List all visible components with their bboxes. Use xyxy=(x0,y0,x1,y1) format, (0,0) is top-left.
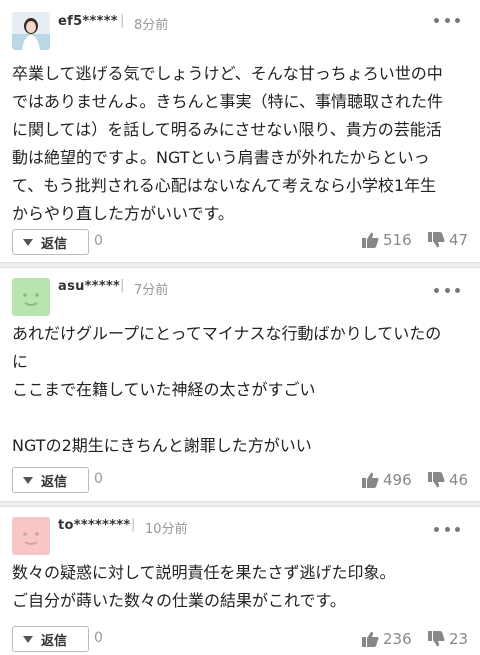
username[interactable]: asu***** xyxy=(58,279,120,294)
dislike-count: 23 xyxy=(449,630,469,648)
comment-body: あれだけグループにとってマイナスな行動ばかりしていたの に ここまで在籍していた… xyxy=(12,320,472,460)
green-smiley-avatar-icon xyxy=(12,278,50,316)
comment-line: て、もう批判される心配はないなんて考えなら小学校1年生 xyxy=(12,176,437,195)
post-time: 8分前 xyxy=(134,18,169,33)
thumbs-down-icon xyxy=(428,472,445,488)
meta-separator: | xyxy=(131,517,136,532)
comment-card: ef5***** | 8分前 卒業して逃げる気でしょうけど、そんな甘っちょろい世… xyxy=(0,0,480,262)
caret-down-icon xyxy=(23,476,33,484)
like-count: 496 xyxy=(383,471,412,489)
reply-count: 0 xyxy=(94,630,103,646)
like-count: 516 xyxy=(383,231,412,249)
comment-line xyxy=(12,404,472,432)
like-count: 236 xyxy=(383,630,412,648)
more-options-icon[interactable] xyxy=(434,524,460,534)
reply-button[interactable]: 返信 xyxy=(12,229,89,255)
comment-line: に xyxy=(12,352,29,371)
comment-body: 卒業して逃げる気でしょうけど、そんな甘っちょろい世の中 ではありませんよ。きちん… xyxy=(12,60,472,228)
caret-down-icon xyxy=(23,238,33,246)
thumbs-up-icon xyxy=(362,232,379,248)
comment-card: asu***** | 7分前 あれだけグループにとってマイナスな行動ばかりしてい… xyxy=(0,268,480,502)
thumbs-up-icon xyxy=(362,472,379,488)
post-time: 7分前 xyxy=(134,283,169,298)
like-button[interactable]: 516 xyxy=(362,231,412,249)
reply-label: 返信 xyxy=(41,236,68,252)
comment-line: NGTの2期生にきちんと謝罪した方がいい xyxy=(12,436,312,455)
comment-line: ではありませんよ。きちんと事実（特に、事情聴取された件 xyxy=(12,92,444,111)
dislike-button[interactable]: 47 xyxy=(428,231,468,249)
thumbs-down-icon xyxy=(428,631,445,647)
thumbs-up-icon xyxy=(362,631,379,647)
comment-card: to******** | 10分前 数々の疑惑に対して説明責任を果たさず逃げた印… xyxy=(0,507,480,655)
reply-button[interactable]: 返信 xyxy=(12,626,89,652)
comment-body: 数々の疑惑に対して説明責任を果たさず逃げた印象。 ご自分が蒔いた数々の仕業の結果… xyxy=(12,559,472,615)
user-avatar[interactable] xyxy=(12,278,50,316)
post-time: 10分前 xyxy=(145,522,188,537)
user-avatar[interactable] xyxy=(12,12,50,50)
like-button[interactable]: 496 xyxy=(362,471,412,489)
reply-count: 0 xyxy=(94,233,103,249)
reply-label: 返信 xyxy=(41,474,68,490)
comment-line: ここまで在籍していた神経の太さがすごい xyxy=(12,380,316,399)
username[interactable]: to******** xyxy=(58,518,131,533)
meta-separator: | xyxy=(120,13,125,28)
comment-line: 動は絶望的ですよ。NGTという肩書きが外れたからといっ xyxy=(12,148,430,167)
username[interactable]: ef5***** xyxy=(58,14,118,29)
reply-label: 返信 xyxy=(41,633,68,649)
thumbs-down-icon xyxy=(428,232,445,248)
comment-line: に関しては）を話して明るみにさせない限り、貴方の芸能活 xyxy=(12,120,442,139)
like-button[interactable]: 236 xyxy=(362,630,412,648)
reply-count: 0 xyxy=(94,471,103,487)
pink-smiley-avatar-icon xyxy=(12,517,50,555)
reply-button[interactable]: 返信 xyxy=(12,467,89,493)
dislike-button[interactable]: 46 xyxy=(428,471,468,489)
meta-separator: | xyxy=(120,278,125,293)
dislike-count: 46 xyxy=(449,471,469,489)
user-avatar[interactable] xyxy=(12,517,50,555)
comment-line: からやり直した方がいいです。 xyxy=(12,204,234,223)
comment-line: あれだけグループにとってマイナスな行動ばかりしていたの xyxy=(12,324,442,343)
dislike-count: 47 xyxy=(449,231,469,249)
comment-line: 卒業して逃げる気でしょうけど、そんな甘っちょろい世の中 xyxy=(12,64,443,83)
more-options-icon[interactable] xyxy=(434,15,460,25)
comment-line: ご自分が蒔いた数々の仕業の結果がこれです。 xyxy=(12,591,346,610)
caret-down-icon xyxy=(23,635,33,643)
comment-line: 数々の疑惑に対して説明責任を果たさず逃げた印象。 xyxy=(12,563,396,582)
more-options-icon[interactable] xyxy=(434,285,460,295)
photo-avatar-icon xyxy=(12,12,50,50)
dislike-button[interactable]: 23 xyxy=(428,630,468,648)
